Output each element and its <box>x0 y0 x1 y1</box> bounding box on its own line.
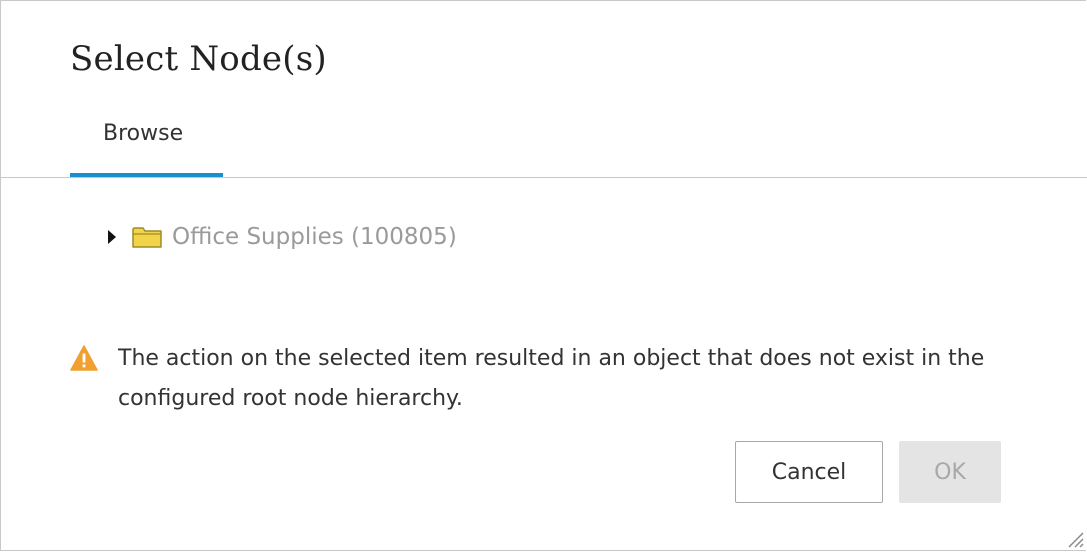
tab-bar: Browse <box>1 105 1087 178</box>
cancel-button[interactable]: Cancel <box>735 441 883 503</box>
tree-item[interactable]: Office Supplies (100805) <box>105 220 457 254</box>
ok-button[interactable]: OK <box>899 441 1001 503</box>
resize-grip-icon[interactable] <box>1066 530 1084 548</box>
tab-browse-label: Browse <box>103 121 184 146</box>
tab-browse[interactable]: Browse <box>70 105 223 177</box>
dialog-title: Select Node(s) <box>70 39 327 79</box>
folder-icon <box>132 226 162 248</box>
select-nodes-dialog: Select Node(s) Browse Office Supplies (1… <box>0 0 1087 551</box>
warning-text: The action on the selected item resulted… <box>118 346 985 411</box>
warning-icon <box>70 345 98 371</box>
expand-caret-icon[interactable] <box>105 227 119 247</box>
tree-item-label: Office Supplies (100805) <box>172 224 457 250</box>
